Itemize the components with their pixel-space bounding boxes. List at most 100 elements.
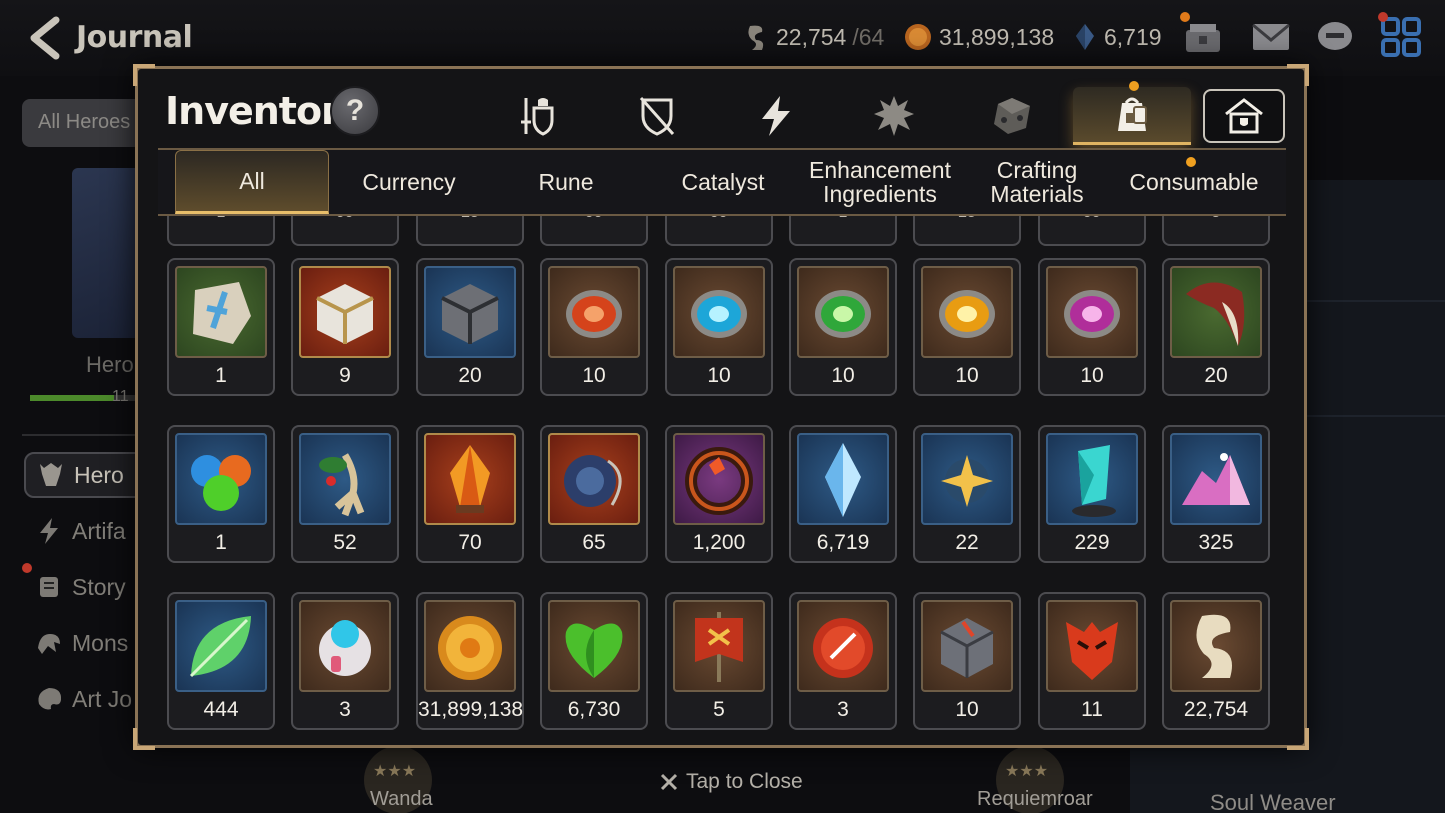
inventory-slot[interactable]: 52 (291, 425, 399, 563)
inventory-grid: 1 99 25 99 99 1 25 99 5 1 9 20 10 10 10 10 10 20 1 52 70 65 1,… (158, 216, 1286, 736)
inventory-slot[interactable]: 1 (167, 258, 275, 396)
subtab-enhancement-ingredients[interactable]: Enhancement Ingredients (803, 150, 957, 214)
inventory-slot[interactable]: 10 (665, 258, 773, 396)
inventory-slot[interactable]: 5 (665, 592, 773, 730)
inventory-slot[interactable]: 3 (789, 592, 897, 730)
item-quantity: 6,719 (816, 531, 870, 554)
inventory-slot[interactable]: 10 (1038, 258, 1146, 396)
subtab-rune[interactable]: Rune (489, 150, 643, 214)
tab-artifacts[interactable] (720, 87, 832, 145)
inventory-slot[interactable]: 31,899,138 (416, 592, 524, 730)
sidebar-divider (22, 434, 152, 436)
inventory-slot[interactable]: 25 (913, 216, 1021, 246)
inventory-slot[interactable]: 10 (913, 592, 1021, 730)
inventory-slot[interactable]: 25 (416, 216, 524, 246)
inventory-slot[interactable]: 99 (540, 216, 648, 246)
item-quantity: 10 (955, 698, 979, 721)
inventory-slot[interactable]: 1 (167, 216, 275, 246)
inventory-slot[interactable]: 6,719 (789, 425, 897, 563)
tab-storehouse[interactable] (1203, 89, 1285, 143)
inventory-slot[interactable]: 444 (167, 592, 275, 730)
flame-crystal-icon (450, 445, 490, 513)
gold-coin-icon (438, 616, 502, 680)
inventory-slot[interactable]: 99 (665, 216, 773, 246)
item-quantity: 22,754 (1183, 698, 1249, 721)
inventory-slot[interactable]: 1 (167, 425, 275, 563)
backpack-icon (1118, 97, 1147, 131)
tab-broken-gear[interactable] (601, 87, 713, 145)
menu-grid-icon[interactable] (1380, 16, 1422, 58)
subtab-catalyst[interactable]: Catalyst (646, 150, 800, 214)
inventory-slot[interactable]: 6,730 (540, 592, 648, 730)
inventory-slot[interactable]: 5 (1162, 216, 1270, 246)
inventory-slot[interactable]: 22,754 (1162, 592, 1270, 730)
claw-icon (1186, 282, 1245, 346)
subtab-all[interactable]: All (175, 150, 329, 214)
storehouse-icon (1225, 98, 1263, 134)
tab-tokens[interactable] (838, 87, 950, 145)
page-title: Journal (76, 20, 193, 55)
green-heart-icon (565, 623, 623, 678)
item-frame (1170, 433, 1262, 525)
inventory-slot[interactable]: 20 (416, 258, 524, 396)
item-quantity: 99 (542, 216, 646, 222)
inventory-slot[interactable]: 70 (416, 425, 524, 563)
tap-to-close-button[interactable]: Tap to Close (660, 770, 803, 794)
green-gem-icon (815, 290, 871, 338)
item-quantity: 325 (1198, 531, 1234, 554)
item-frame (673, 600, 765, 692)
inventory-slot[interactable]: 1 (789, 216, 897, 246)
inventory-slot[interactable]: 3 (291, 592, 399, 730)
inventory-slot[interactable]: 11 (1038, 592, 1146, 730)
dark-chest-icon (441, 284, 499, 344)
item-quantity: 20 (458, 364, 482, 387)
item-frame (673, 266, 765, 358)
tab-equipment[interactable] (482, 87, 594, 145)
item-frame (921, 266, 1013, 358)
mail-icon[interactable] (1250, 16, 1292, 58)
inventory-slot[interactable]: 20 (1162, 258, 1270, 396)
item-quantity: 22 (955, 531, 979, 554)
herb-root-icon (319, 453, 365, 517)
inventory-slot[interactable]: 1,200 (665, 425, 773, 563)
inventory-slot[interactable]: 10 (913, 258, 1021, 396)
hero-filter-dropdown[interactable]: All Heroes (22, 99, 142, 147)
item-quantity: 444 (203, 698, 239, 721)
tab-dice[interactable] (956, 87, 1068, 145)
item-quantity: 10 (955, 364, 979, 387)
help-button[interactable]: ? (330, 86, 380, 136)
item-quantity: 3 (837, 698, 849, 721)
star-pendant-icon (941, 455, 993, 507)
inventory-slot[interactable]: 9 (291, 258, 399, 396)
subtab-crafting-materials[interactable]: Crafting Materials (960, 150, 1114, 214)
tap-to-close-label: Tap to Close (686, 770, 803, 793)
rune-stone-icon (193, 282, 251, 344)
item-quantity: 9 (339, 364, 351, 387)
inventory-slot[interactable]: 10 (789, 258, 897, 396)
subtab-currency[interactable]: Currency (332, 150, 486, 214)
gold-gem-icon (939, 290, 995, 338)
chat-icon[interactable] (1314, 16, 1356, 58)
inventory-slot[interactable]: 22 (913, 425, 1021, 563)
inventory-slot[interactable]: 99 (291, 216, 399, 246)
back-arrow-icon[interactable] (22, 14, 66, 62)
item-frame (424, 600, 516, 692)
inventory-slot[interactable]: 229 (1038, 425, 1146, 563)
tab-items[interactable] (1073, 87, 1191, 145)
gold-value: 31,899,138 (939, 23, 1055, 50)
inventory-slot[interactable]: 325 (1162, 425, 1270, 563)
item-frame (1046, 433, 1138, 525)
teal-crystal-icon (1072, 445, 1116, 517)
inventory-slot[interactable]: 99 (1038, 216, 1146, 246)
item-quantity: 11 (1081, 698, 1103, 721)
inventory-slot[interactable]: 10 (540, 258, 648, 396)
inventory-slot[interactable]: 65 (540, 425, 648, 563)
svg-text:★★★: ★★★ (1005, 763, 1048, 780)
hero-name-wanda: Wanda (370, 788, 433, 810)
notification-dot (1129, 81, 1139, 91)
orbs-icon (191, 455, 251, 511)
item-quantity: 5 (1164, 216, 1268, 222)
storage-chest-icon[interactable] (1182, 16, 1224, 58)
collection-progress-text: 11 (112, 388, 129, 405)
item-quantity: 65 (582, 531, 606, 554)
